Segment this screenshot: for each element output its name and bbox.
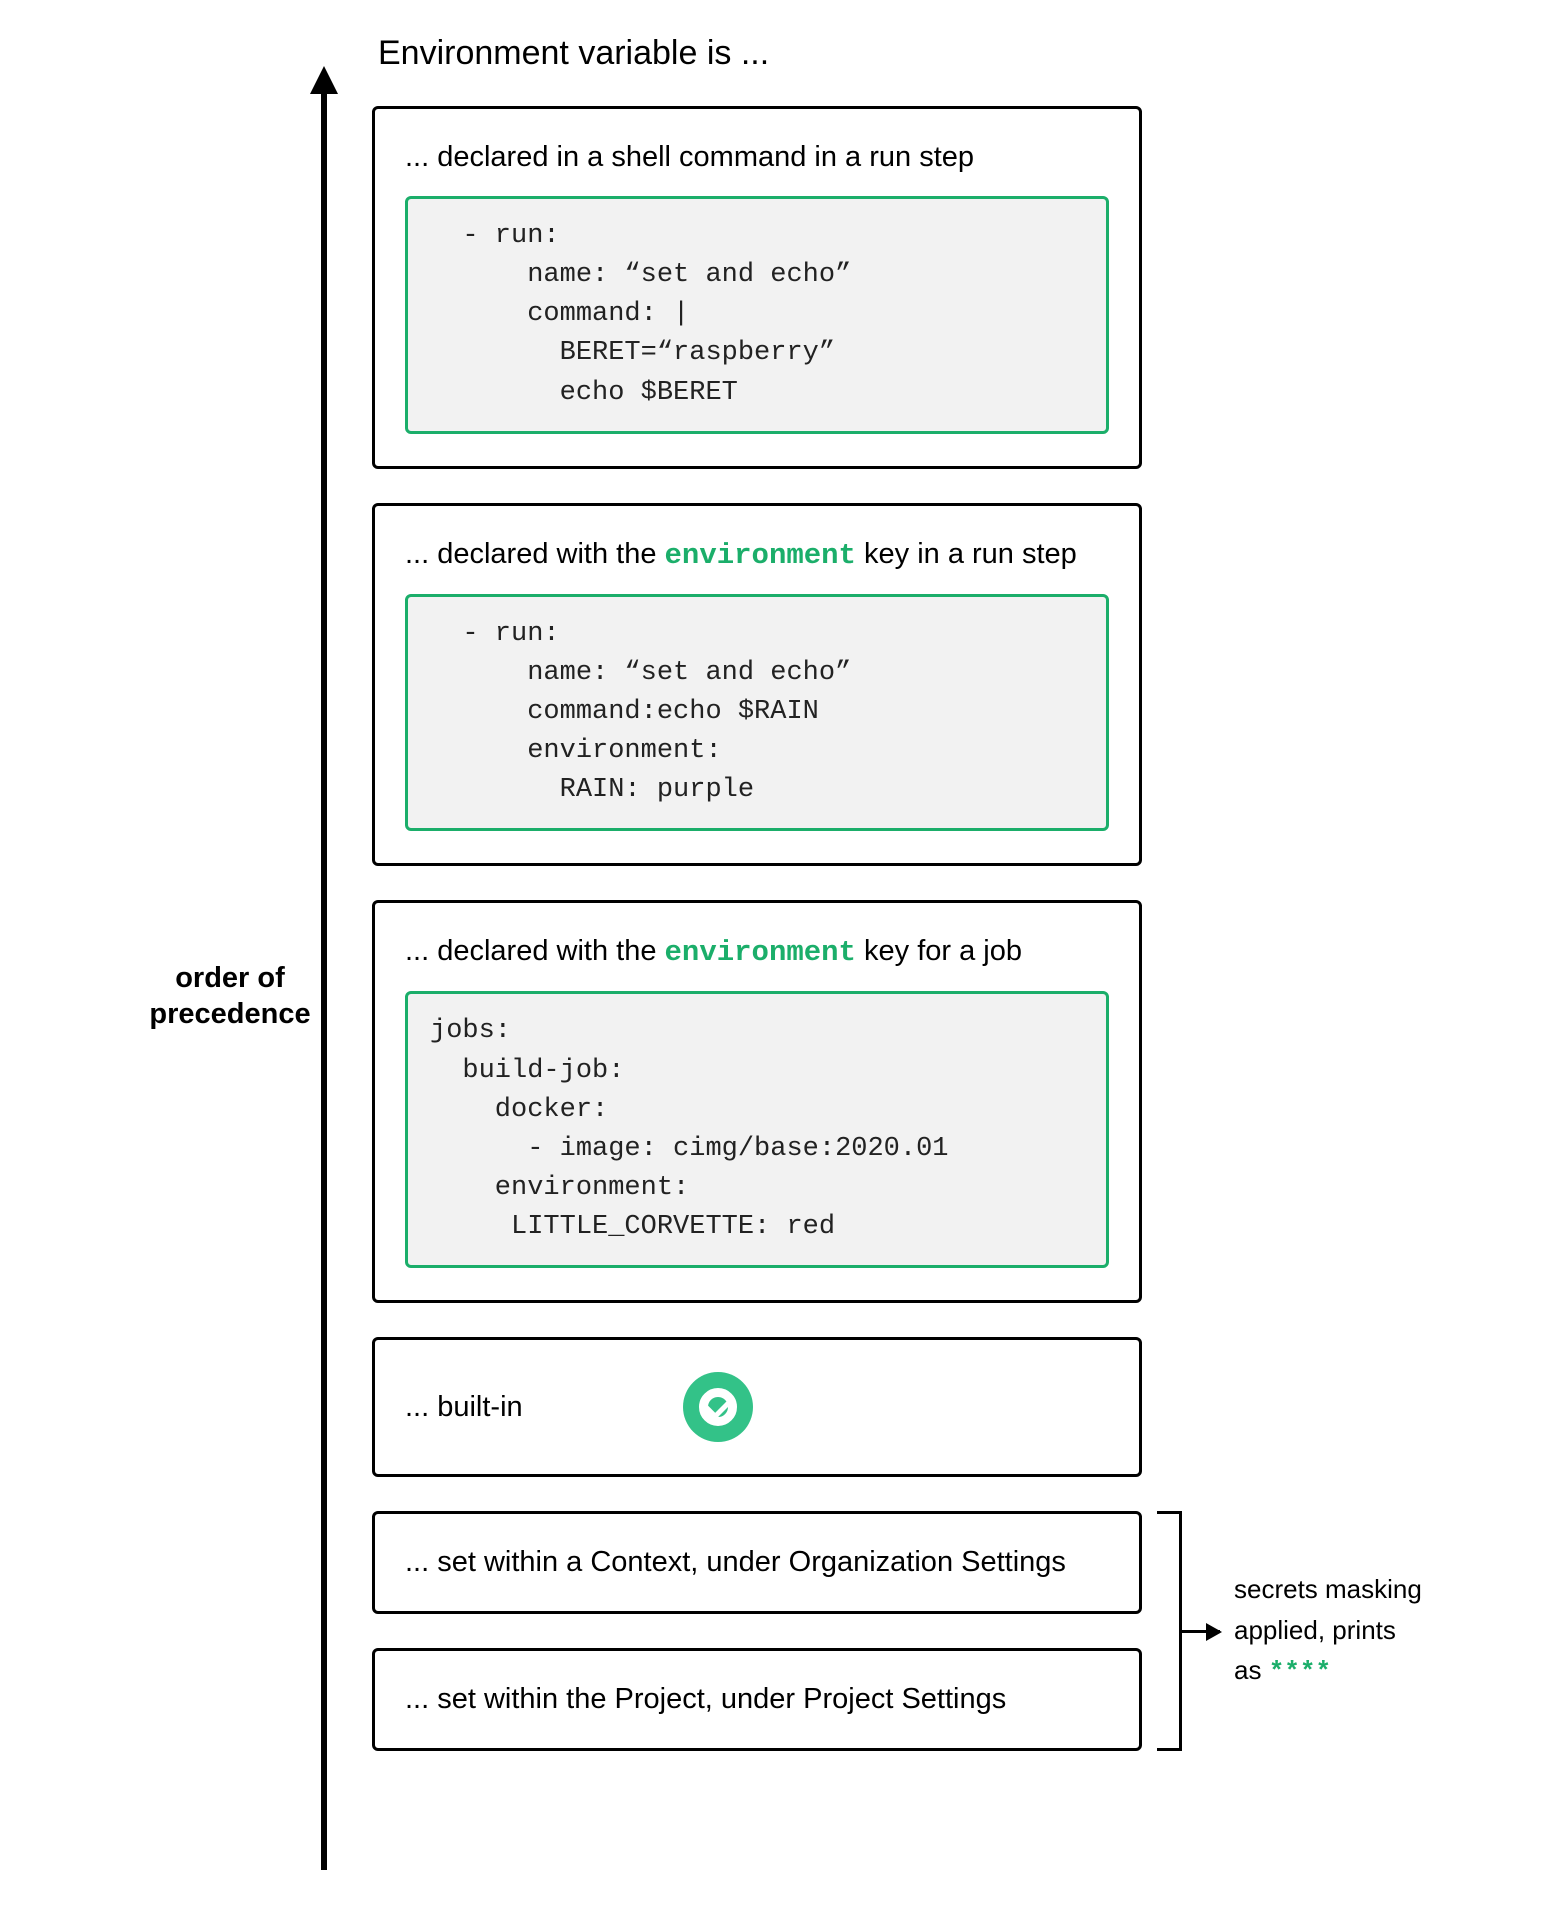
side-note-line2: applied, prints — [1234, 1615, 1396, 1645]
box-job-env-key: ... declared with the environment key fo… — [372, 900, 1142, 1303]
box-job-env-desc-pre: ... declared with the — [405, 935, 665, 967]
axis-label: order of precedence — [130, 960, 330, 1033]
secrets-masking-note: secrets masking applied, prints as **** — [1234, 1569, 1494, 1692]
diagram-heading: Environment variable is ... — [378, 34, 769, 73]
side-note-line1: secrets masking — [1234, 1574, 1422, 1604]
box-job-env-desc-post: key for a job — [856, 935, 1022, 967]
box-run-env-desc-post: key in a run step — [856, 538, 1077, 570]
box-job-env-desc: ... declared with the environment key fo… — [405, 935, 1109, 969]
axis-label-line1: order of — [175, 962, 285, 994]
axis-label-line2: precedence — [149, 998, 310, 1030]
box-job-env-desc-kw: environment — [665, 936, 856, 969]
precedence-arrow-icon — [321, 90, 327, 1870]
box-run-env-desc: ... declared with the environment key in… — [405, 538, 1109, 572]
box-project-desc: ... set within the Project, under Projec… — [405, 1683, 1109, 1716]
circleci-logo-icon — [683, 1372, 753, 1442]
box-context-settings: ... set within a Context, under Organiza… — [372, 1511, 1142, 1614]
box-builtin: ... built-in — [372, 1337, 1142, 1477]
box-shell-code: - run: name: “set and echo” command: | B… — [405, 196, 1109, 434]
box-run-env-desc-pre: ... declared with the — [405, 538, 665, 570]
side-note-mask: **** — [1269, 1657, 1331, 1687]
side-note-line3-pre: as — [1234, 1655, 1269, 1685]
side-arrow-icon — [1182, 1630, 1220, 1633]
box-project-settings: ... set within the Project, under Projec… — [372, 1648, 1142, 1751]
box-run-env-code: - run: name: “set and echo” command:echo… — [405, 594, 1109, 832]
box-run-env-key: ... declared with the environment key in… — [372, 503, 1142, 867]
box-shell-desc: ... declared in a shell command in a run… — [405, 141, 1109, 174]
box-shell-run-step: ... declared in a shell command in a run… — [372, 106, 1142, 469]
secrets-bracket-icon — [1160, 1511, 1182, 1751]
box-run-env-desc-kw: environment — [665, 539, 856, 572]
box-job-env-code: jobs: build-job: docker: - image: cimg/b… — [405, 991, 1109, 1268]
box-builtin-desc: ... built-in — [405, 1391, 523, 1424]
boxes-column: ... declared in a shell command in a run… — [372, 106, 1142, 1785]
box-context-desc: ... set within a Context, under Organiza… — [405, 1546, 1109, 1579]
